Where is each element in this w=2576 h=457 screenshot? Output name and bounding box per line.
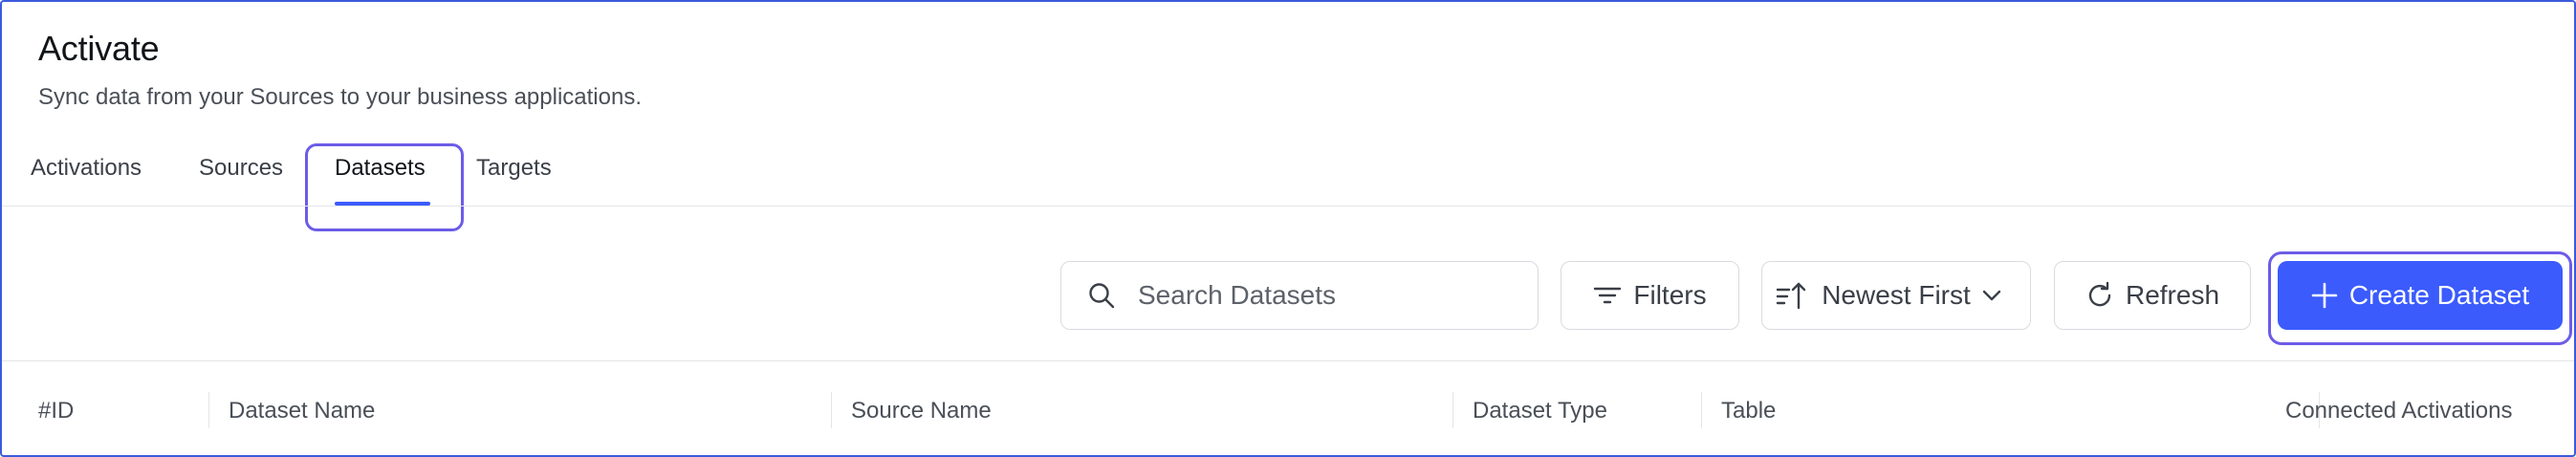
filters-label: Filters bbox=[1633, 280, 1707, 310]
column-header-dataset-type[interactable]: Dataset Type bbox=[1473, 398, 1607, 424]
column-header-dataset-name[interactable]: Dataset Name bbox=[229, 398, 375, 424]
tab-activations[interactable]: Activations bbox=[31, 138, 142, 207]
sort-label: Newest First bbox=[1822, 280, 1971, 310]
column-separator bbox=[1701, 392, 1702, 428]
plus-icon bbox=[2311, 282, 2338, 309]
sort-dropdown[interactable]: Newest First bbox=[1761, 261, 2031, 330]
tab-sources[interactable]: Sources bbox=[199, 138, 283, 207]
refresh-icon bbox=[2085, 281, 2114, 310]
sort-arrow-icon bbox=[1776, 280, 1808, 311]
page-subtitle: Sync data from your Sources to your busi… bbox=[38, 84, 642, 110]
column-separator bbox=[208, 392, 209, 428]
column-header-id[interactable]: #ID bbox=[38, 398, 74, 424]
create-dataset-label: Create Dataset bbox=[2348, 280, 2530, 310]
filter-lines-icon bbox=[1593, 284, 1622, 307]
page-title: Activate bbox=[38, 29, 160, 68]
column-separator bbox=[1452, 392, 1453, 428]
refresh-label: Refresh bbox=[2125, 280, 2220, 310]
column-header-connected-activations[interactable]: Connected Activations bbox=[2285, 398, 2512, 424]
column-separator bbox=[831, 392, 832, 428]
table-header: #ID Dataset Name Source Name Dataset Typ… bbox=[2, 361, 2574, 455]
filters-button[interactable]: Filters bbox=[1561, 261, 1739, 330]
refresh-button[interactable]: Refresh bbox=[2054, 261, 2251, 330]
search-input[interactable] bbox=[1138, 280, 1501, 311]
search-box[interactable] bbox=[1060, 261, 1539, 330]
activate-page: Activate Sync data from your Sources to … bbox=[0, 0, 2576, 457]
tabs-divider bbox=[2, 206, 2574, 207]
column-header-source-name[interactable]: Source Name bbox=[851, 398, 992, 424]
chevron-down-icon bbox=[1980, 284, 2003, 307]
tab-targets[interactable]: Targets bbox=[476, 138, 552, 207]
create-dataset-button[interactable]: Create Dataset bbox=[2278, 261, 2563, 330]
search-icon bbox=[1084, 278, 1119, 313]
active-tab-highlight bbox=[305, 143, 464, 231]
column-header-table[interactable]: Table bbox=[1721, 398, 1776, 424]
